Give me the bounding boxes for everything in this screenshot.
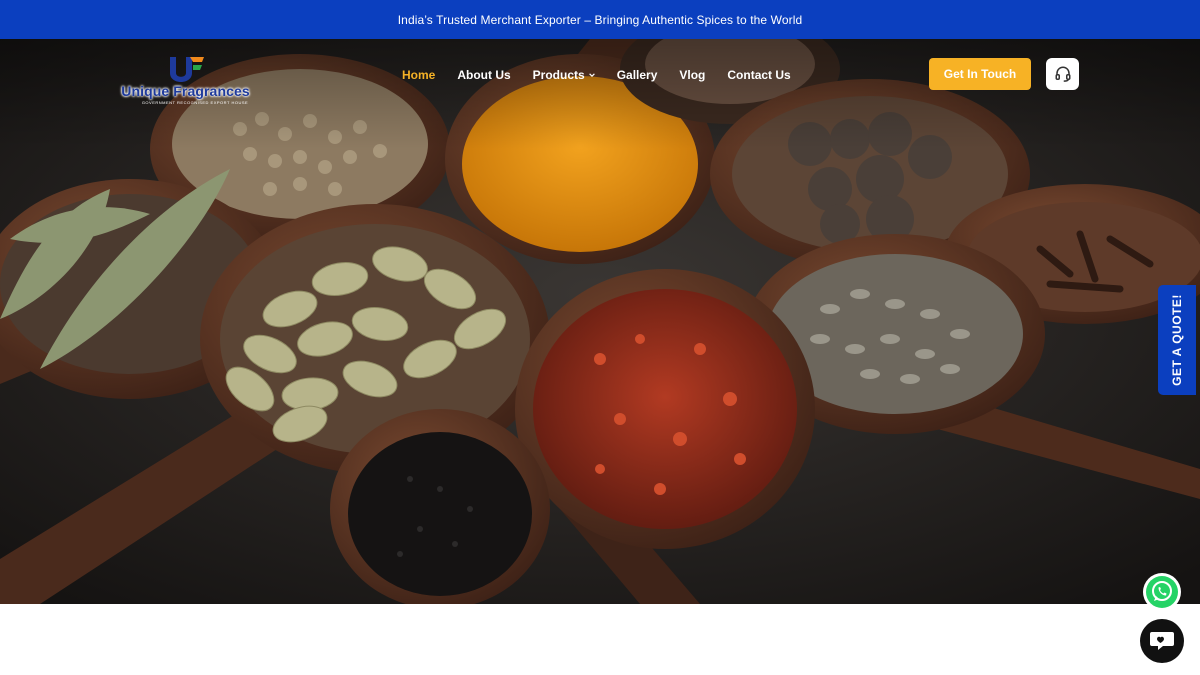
- announcement-bar: India’s Trusted Merchant Exporter – Brin…: [0, 0, 1200, 39]
- chat-bubble-icon: [1150, 632, 1174, 650]
- logo-tagline: GOVERNMENT RECOGNISED EXPORT HOUSE: [141, 100, 249, 105]
- whatsapp-icon: [1146, 576, 1178, 608]
- get-in-touch-button[interactable]: Get In Touch: [929, 58, 1031, 90]
- chevron-down-icon: [588, 73, 595, 78]
- nav-about-us-label: About Us: [457, 68, 511, 82]
- announcement-text: India’s Trusted Merchant Exporter – Brin…: [397, 12, 803, 27]
- nav-vlog-label: Vlog: [679, 68, 706, 82]
- nav-contact-us-label: Contact Us: [727, 68, 791, 82]
- main-nav: Home About Us Products Gallery Vlog Cont…: [402, 68, 813, 82]
- nav-about-us[interactable]: About Us: [457, 68, 510, 82]
- get-in-touch-label: Get In Touch: [943, 67, 1017, 81]
- nav-contact-us[interactable]: Contact Us: [727, 68, 790, 82]
- get-a-quote-label: GET A QUOTE!: [1170, 294, 1184, 386]
- whatsapp-button[interactable]: [1143, 573, 1181, 611]
- get-a-quote-tab[interactable]: GET A QUOTE!: [1158, 285, 1196, 395]
- nav-products-label: Products: [532, 68, 585, 82]
- nav-vlog[interactable]: Vlog: [679, 68, 705, 82]
- nav-gallery[interactable]: Gallery: [617, 68, 658, 82]
- nav-home[interactable]: Home: [402, 68, 435, 82]
- nav-products[interactable]: Products: [533, 68, 595, 82]
- hero-banner: [0, 39, 1200, 604]
- support-button[interactable]: [1046, 58, 1079, 90]
- nav-home-label: Home: [402, 68, 436, 82]
- headset-icon: [1055, 66, 1070, 82]
- nav-gallery-label: Gallery: [616, 68, 658, 82]
- site-logo[interactable]: Unique Fragrances GOVERNMENT RECOGNISED …: [118, 55, 253, 110]
- chat-button[interactable]: [1140, 619, 1184, 663]
- logo-name: Unique Fragrances: [121, 83, 250, 99]
- uf-logo-mark-icon: [170, 57, 204, 82]
